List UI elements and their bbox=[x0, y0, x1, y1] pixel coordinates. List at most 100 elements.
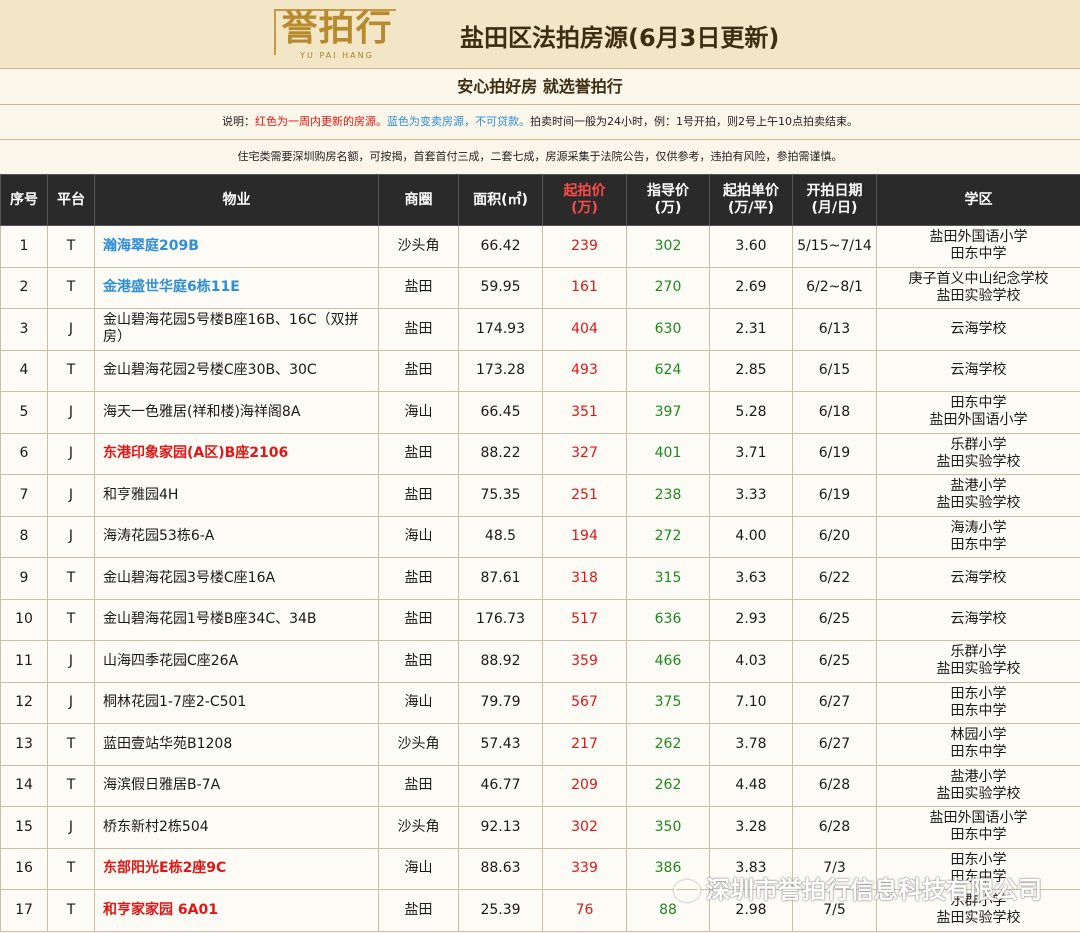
school-secondary: 田东中学 bbox=[950, 536, 1007, 553]
col-date-l1: 开拍日期 bbox=[806, 183, 863, 199]
cell-start-price: 351 bbox=[542, 391, 627, 434]
logo-subtext: YU PAI HANG bbox=[300, 51, 374, 60]
cell-district: 盐田 bbox=[378, 308, 459, 351]
cell-area: 88.22 bbox=[458, 432, 543, 475]
cell-school: 云海学校 bbox=[876, 349, 1080, 392]
table-row: 11 J 山海四季花园C座26A 盐田 88.92 359 466 4.03 6/25 乐群小学盐… bbox=[0, 640, 1080, 683]
table-row: 9 T 金山碧海花园3号楼C座16A 盐田 87.61 318 315 3.63 6/22 云海学… bbox=[0, 557, 1080, 600]
cell-area: 57.43 bbox=[458, 723, 543, 766]
school-secondary: 田东中学 bbox=[950, 744, 1007, 761]
cell-district: 盐田 bbox=[378, 598, 459, 641]
cell-district: 沙头角 bbox=[378, 723, 459, 766]
cell-start-price: 404 bbox=[542, 308, 627, 351]
cell-no: 10 bbox=[0, 598, 48, 641]
cell-platform: T bbox=[47, 764, 95, 807]
cell-unit-price: 3.63 bbox=[709, 557, 793, 600]
table-row: 4 T 金山碧海花园2号楼C座30B、30C 盐田 173.28 493 624 2.85 6/… bbox=[0, 349, 1080, 392]
cell-platform: J bbox=[47, 681, 95, 724]
cell-platform: T bbox=[47, 598, 95, 641]
cell-property: 金港盛世华庭6栋11E bbox=[94, 266, 379, 309]
cell-start-price: 239 bbox=[542, 225, 627, 268]
cell-property: 金山碧海花园5号楼B座16B、16C（双拼房） bbox=[94, 308, 379, 351]
cell-property: 海滨假日雅居B-7A bbox=[94, 764, 379, 807]
table-row: 1 T 瀚海翠庭209B 沙头角 66.42 239 302 3.60 5/15~7/14 盐田外… bbox=[0, 225, 1080, 268]
cell-no: 4 bbox=[0, 349, 48, 392]
cell-platform: J bbox=[47, 432, 95, 475]
cell-platform: T bbox=[47, 723, 95, 766]
cell-unit-price: 2.69 bbox=[709, 266, 793, 309]
cell-date: 6/22 bbox=[792, 557, 877, 600]
cell-unit-price: 3.71 bbox=[709, 432, 793, 475]
note-rules: 住宅类需要深圳购房名额，可按揭，首套首付三成，二套七成，房源采集于法院公告，仅供… bbox=[237, 150, 843, 163]
cell-area: 59.95 bbox=[458, 266, 543, 309]
cell-no: 14 bbox=[0, 764, 48, 807]
cell-school: 盐田外国语小学 田东中学 bbox=[876, 225, 1080, 268]
cell-school: 田东中学 盐田外国语小学 bbox=[876, 391, 1080, 434]
wechat-icon bbox=[674, 880, 700, 902]
cell-guide-price: 262 bbox=[626, 764, 710, 807]
table-row: 5 J 海天一色雅居(祥和楼)海祥阁8A 海山 66.45 351 397 5.28 6/18 田… bbox=[0, 391, 1080, 434]
cell-unit-price: 4.03 bbox=[709, 640, 793, 683]
cell-unit-price: 7.10 bbox=[709, 681, 793, 724]
table-header-row: 序号 平台 物业 商圈 面积(㎡) 起拍价 (万) 指导价 (万) 起拍单价 (万/平… bbox=[0, 174, 1080, 226]
cell-start-price: 339 bbox=[542, 847, 627, 890]
col-school: 学区 bbox=[876, 174, 1080, 226]
cell-platform: T bbox=[47, 225, 95, 268]
cell-guide-price: 262 bbox=[626, 723, 710, 766]
note-rest: 拍卖时间一般为24小时，例：1号开拍，则2号上午10点拍卖结束。 bbox=[530, 115, 858, 128]
col-unit-price: 起拍单价 (万/平) bbox=[709, 174, 793, 226]
cell-guide-price: 630 bbox=[626, 308, 710, 351]
school-secondary: 盐田实验学校 bbox=[936, 910, 1021, 927]
cell-platform: T bbox=[47, 349, 95, 392]
cell-date: 6/19 bbox=[792, 474, 877, 517]
cell-no: 6 bbox=[0, 432, 48, 475]
cell-school: 云海学校 bbox=[876, 598, 1080, 641]
cell-school: 云海学校 bbox=[876, 557, 1080, 600]
cell-platform: J bbox=[47, 391, 95, 434]
school-secondary: 田东中学 bbox=[950, 702, 1007, 719]
cell-platform: J bbox=[47, 806, 95, 849]
cell-area: 46.77 bbox=[458, 764, 543, 807]
cell-area: 176.73 bbox=[458, 598, 543, 641]
cell-property: 东部阳光E栋2座9C bbox=[94, 847, 379, 890]
cell-no: 8 bbox=[0, 515, 48, 558]
cell-date: 6/18 bbox=[792, 391, 877, 434]
school-secondary: 田东中学 bbox=[950, 246, 1007, 263]
cell-school: 海涛小学 田东中学 bbox=[876, 515, 1080, 558]
cell-school: 盐港小学 盐田实验学校 bbox=[876, 764, 1080, 807]
cell-no: 16 bbox=[0, 847, 48, 890]
cell-guide-price: 375 bbox=[626, 681, 710, 724]
cell-date: 6/27 bbox=[792, 681, 877, 724]
cell-school: 林园小学 田东中学 bbox=[876, 723, 1080, 766]
cell-property: 海涛花园53栋6-A bbox=[94, 515, 379, 558]
cell-school: 盐田外国语小学 田东中学 bbox=[876, 806, 1080, 849]
school-primary: 云海学校 bbox=[950, 362, 1007, 379]
school-primary: 盐田外国语小学 bbox=[929, 229, 1028, 246]
cell-platform: J bbox=[47, 308, 95, 351]
cell-area: 173.28 bbox=[458, 349, 543, 392]
cell-start-price: 567 bbox=[542, 681, 627, 724]
cell-guide-price: 350 bbox=[626, 806, 710, 849]
col-district: 商圈 bbox=[378, 174, 459, 226]
cell-unit-price: 4.48 bbox=[709, 764, 793, 807]
col-no: 序号 bbox=[0, 174, 48, 226]
cell-start-price: 251 bbox=[542, 474, 627, 517]
col-start-price-l1: 起拍价 bbox=[563, 183, 606, 199]
cell-start-price: 217 bbox=[542, 723, 627, 766]
cell-date: 6/20 bbox=[792, 515, 877, 558]
cell-start-price: 302 bbox=[542, 806, 627, 849]
school-primary: 盐港小学 bbox=[950, 768, 1007, 785]
col-platform: 平台 bbox=[47, 174, 95, 226]
cell-guide-price: 466 bbox=[626, 640, 710, 683]
school-secondary: 盐田实验学校 bbox=[936, 287, 1021, 304]
school-primary: 云海学校 bbox=[950, 320, 1007, 337]
cell-property: 东港印象家园(A区)B座2106 bbox=[94, 432, 379, 475]
school-secondary: 盐田外国语小学 bbox=[929, 412, 1028, 429]
school-secondary: 盐田实验学校 bbox=[936, 495, 1021, 512]
cell-district: 沙头角 bbox=[378, 225, 459, 268]
cell-no: 17 bbox=[0, 889, 48, 932]
table-row: 10 T 金山碧海花园1号楼B座34C、34B 盐田 176.73 517 636 2.93 6… bbox=[0, 598, 1080, 641]
cell-date: 5/15~7/14 bbox=[792, 225, 877, 268]
cell-district: 盐田 bbox=[378, 432, 459, 475]
cell-district: 盐田 bbox=[378, 640, 459, 683]
